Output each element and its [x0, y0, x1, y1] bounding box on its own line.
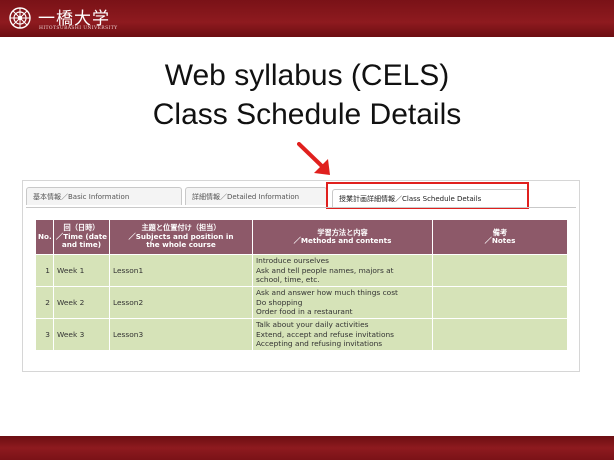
syllabus-screenshot: 基本情報／Basic Information 詳細情報／Detailed Inf… [22, 180, 580, 372]
header-subject-line: the whole course [146, 240, 216, 250]
cell-methods-line: school, time, etc. [256, 275, 320, 285]
cell-methods-line: Order food in a restaurant [256, 307, 353, 317]
tab-divider [26, 207, 576, 208]
cell-methods-line: Ask and answer how much things cost [256, 288, 398, 298]
tab-basic-information[interactable]: 基本情報／Basic Information [26, 187, 182, 205]
cell-subject: Lesson2 [109, 286, 253, 319]
cell-no: 3 [35, 318, 54, 351]
cell-time: Week 1 [53, 254, 110, 287]
cell-methods: Ask and answer how much things cost Do s… [252, 286, 433, 319]
slide-title: Web syllabus (CELS) Class Schedule Detai… [0, 56, 614, 134]
class-schedule-table: No. 回（日時） ／Time (date and time) 主題と位置付け（… [35, 219, 568, 351]
footer-bar [0, 436, 614, 460]
cell-time: Week 2 [53, 286, 110, 319]
cell-methods-line: Extend, accept and refuse invitations [256, 329, 395, 339]
table-row: 2 Week 2 Lesson2 Ask and answer how much… [35, 286, 568, 319]
cell-methods-line: Do shopping [256, 297, 303, 307]
header-no: No. [35, 219, 54, 255]
university-name-en: HITOTSUBASHI UNIVERSITY [39, 26, 118, 31]
header-notes-line: ／Notes [484, 236, 516, 245]
table-row: 3 Week 3 Lesson3 Talk about your daily a… [35, 318, 568, 351]
cell-notes [432, 286, 568, 319]
header-methods-line: ／Methods and contents [293, 236, 392, 245]
table-row: 1 Week 1 Lesson1 Introduce ourselves Ask… [35, 254, 568, 287]
header-methods: 学習方法と内容 ／Methods and contents [252, 219, 433, 255]
cell-notes [432, 254, 568, 287]
university-seal-icon [9, 7, 31, 29]
university-header-bar: 一橋大学 HITOTSUBASHI UNIVERSITY [0, 0, 614, 37]
header-notes: 備考 ／Notes [432, 219, 568, 255]
header-time: 回（日時） ／Time (date and time) [53, 219, 110, 255]
cell-methods-line: Talk about your daily activities [256, 320, 369, 330]
cell-subject: Lesson3 [109, 318, 253, 351]
header-subject: 主題と位置付け（担当） ／Subjects and position in th… [109, 219, 253, 255]
cell-methods-line: Ask and tell people names, majors at [256, 265, 394, 275]
arrow-down-right-icon [297, 142, 330, 175]
cell-methods-line: Accepting and refusing invitations [256, 339, 383, 349]
slide-title-line-2: Class Schedule Details [152, 98, 462, 131]
tab-detailed-information[interactable]: 詳細情報／Detailed Information [185, 187, 327, 205]
slide-title-line-1: Web syllabus (CELS) [164, 59, 450, 92]
cell-methods: Introduce ourselves Ask and tell people … [252, 254, 433, 287]
active-tab-highlight [326, 182, 529, 209]
table-header-row: No. 回（日時） ／Time (date and time) 主題と位置付け（… [35, 219, 568, 255]
cell-methods: Talk about your daily activities Extend,… [252, 318, 433, 351]
cell-no: 1 [35, 254, 54, 287]
cell-time: Week 3 [53, 318, 110, 351]
cell-no: 2 [35, 286, 54, 319]
cell-notes [432, 318, 568, 351]
cell-subject: Lesson1 [109, 254, 253, 287]
header-time-line: and time) [61, 240, 102, 250]
cell-methods-line: Introduce ourselves [256, 256, 329, 266]
